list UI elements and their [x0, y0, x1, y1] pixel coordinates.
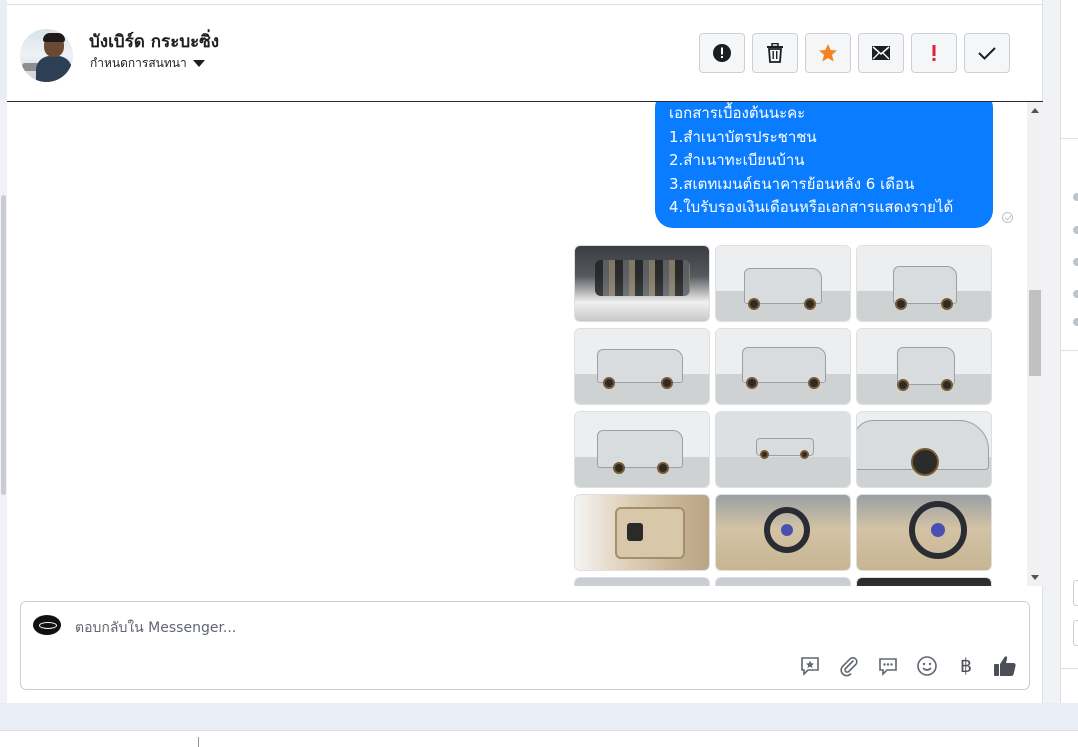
photo-grid	[574, 245, 994, 586]
star-icon	[819, 44, 837, 62]
composer-tools: ฿	[798, 654, 1017, 678]
left-scrollbar[interactable]	[0, 100, 7, 703]
photo-truck-side-far[interactable]	[715, 411, 851, 488]
follow-up-button[interactable]	[911, 33, 957, 73]
report-spam-button[interactable]	[699, 33, 745, 73]
delete-button[interactable]	[752, 33, 798, 73]
baht-icon[interactable]: ฿	[954, 654, 978, 678]
envelope-icon	[872, 46, 890, 60]
photo-partial[interactable]	[574, 577, 710, 586]
emoji-icon[interactable]	[915, 654, 939, 678]
page: บังเบิร์ด กระบะซิ่ง กำหนดการสนทนา เอกสาร…	[0, 0, 1078, 747]
photo-engine[interactable]	[574, 245, 710, 322]
conversation-header: บังเบิร์ด กระบะซิ่ง กำหนดการสนทนา	[7, 0, 1043, 102]
sent-message-bubble[interactable]: เอกสารเบื้องต้นนะคะ 1.สำเนาบัตรประชาชน 2…	[655, 102, 993, 228]
right-sidebar	[1043, 0, 1078, 703]
left-scrollbar-thumb[interactable]	[1, 195, 6, 495]
caret-down-icon	[192, 60, 205, 67]
attachment-icon[interactable]	[837, 654, 861, 678]
star-button[interactable]	[805, 33, 851, 73]
reply-composer: ฿	[20, 601, 1030, 690]
chat-bubble-icon[interactable]	[876, 654, 900, 678]
message-line: 4.ใบรับรองเงินเดือนหรือเอกสารแสดงรายได้	[669, 198, 954, 216]
check-icon	[978, 47, 996, 60]
page-avatar	[33, 615, 61, 635]
assign-label: กำหนดการสนทนา	[90, 56, 187, 70]
exclamation-icon	[932, 45, 936, 61]
photo-partial[interactable]	[856, 577, 992, 586]
conversation-actions	[699, 33, 1010, 73]
customer-info-card	[1060, 0, 1078, 703]
photo-truck-rear-2[interactable]	[856, 328, 992, 405]
mark-unread-button[interactable]	[858, 33, 904, 73]
photo-partial[interactable]	[715, 577, 851, 586]
photo-truck-front[interactable]	[715, 245, 851, 322]
scroll-up-icon[interactable]	[1031, 108, 1039, 113]
scrollbar-thumb[interactable]	[1029, 290, 1041, 376]
photo-dashboard[interactable]	[715, 494, 851, 571]
saved-reply-icon[interactable]	[798, 654, 822, 678]
photo-truck-rear-side[interactable]	[574, 411, 710, 488]
seen-check-icon	[1002, 212, 1013, 223]
message-list[interactable]: เอกสารเบื้องต้นนะคะ 1.สำเนาบัตรประชาชน 2…	[7, 102, 1027, 586]
photo-door-panel[interactable]	[574, 494, 710, 571]
message-line: เอกสารเบื้องต้นนะคะ	[669, 104, 806, 122]
conversation-panel: บังเบิร์ด กระบะซิ่ง กำหนดการสนทนา เอกสาร…	[7, 0, 1043, 703]
photo-truck-side-front[interactable]	[574, 328, 710, 405]
photo-truck-rear[interactable]	[715, 328, 851, 405]
alert-circle-icon	[713, 44, 731, 62]
thumbs-up-icon[interactable]	[993, 654, 1017, 678]
contact-avatar[interactable]	[20, 29, 73, 82]
assign-conversation-dropdown[interactable]: กำหนดการสนทนา	[90, 54, 205, 73]
message-line: 2.สำเนาทะเบียนบ้าน	[669, 151, 805, 169]
photo-truck-closeup[interactable]	[856, 411, 992, 488]
message-scrollbar[interactable]	[1027, 102, 1043, 586]
message-line: 3.สเตทเมนต์ธนาคารย้อนหลัง 6 เดือน	[669, 174, 915, 193]
photo-truck-front-2[interactable]	[856, 245, 992, 322]
reply-input[interactable]	[75, 618, 675, 638]
bottom-bar	[0, 730, 1078, 747]
photo-steering-wheel[interactable]	[856, 494, 992, 571]
trash-icon	[767, 43, 783, 63]
scroll-down-icon[interactable]	[1031, 575, 1039, 580]
contact-name[interactable]: บังเบิร์ด กระบะซิ่ง	[89, 28, 219, 55]
mark-done-button[interactable]	[964, 33, 1010, 73]
message-line: 1.สำเนาบัตรประชาชน	[669, 127, 817, 146]
